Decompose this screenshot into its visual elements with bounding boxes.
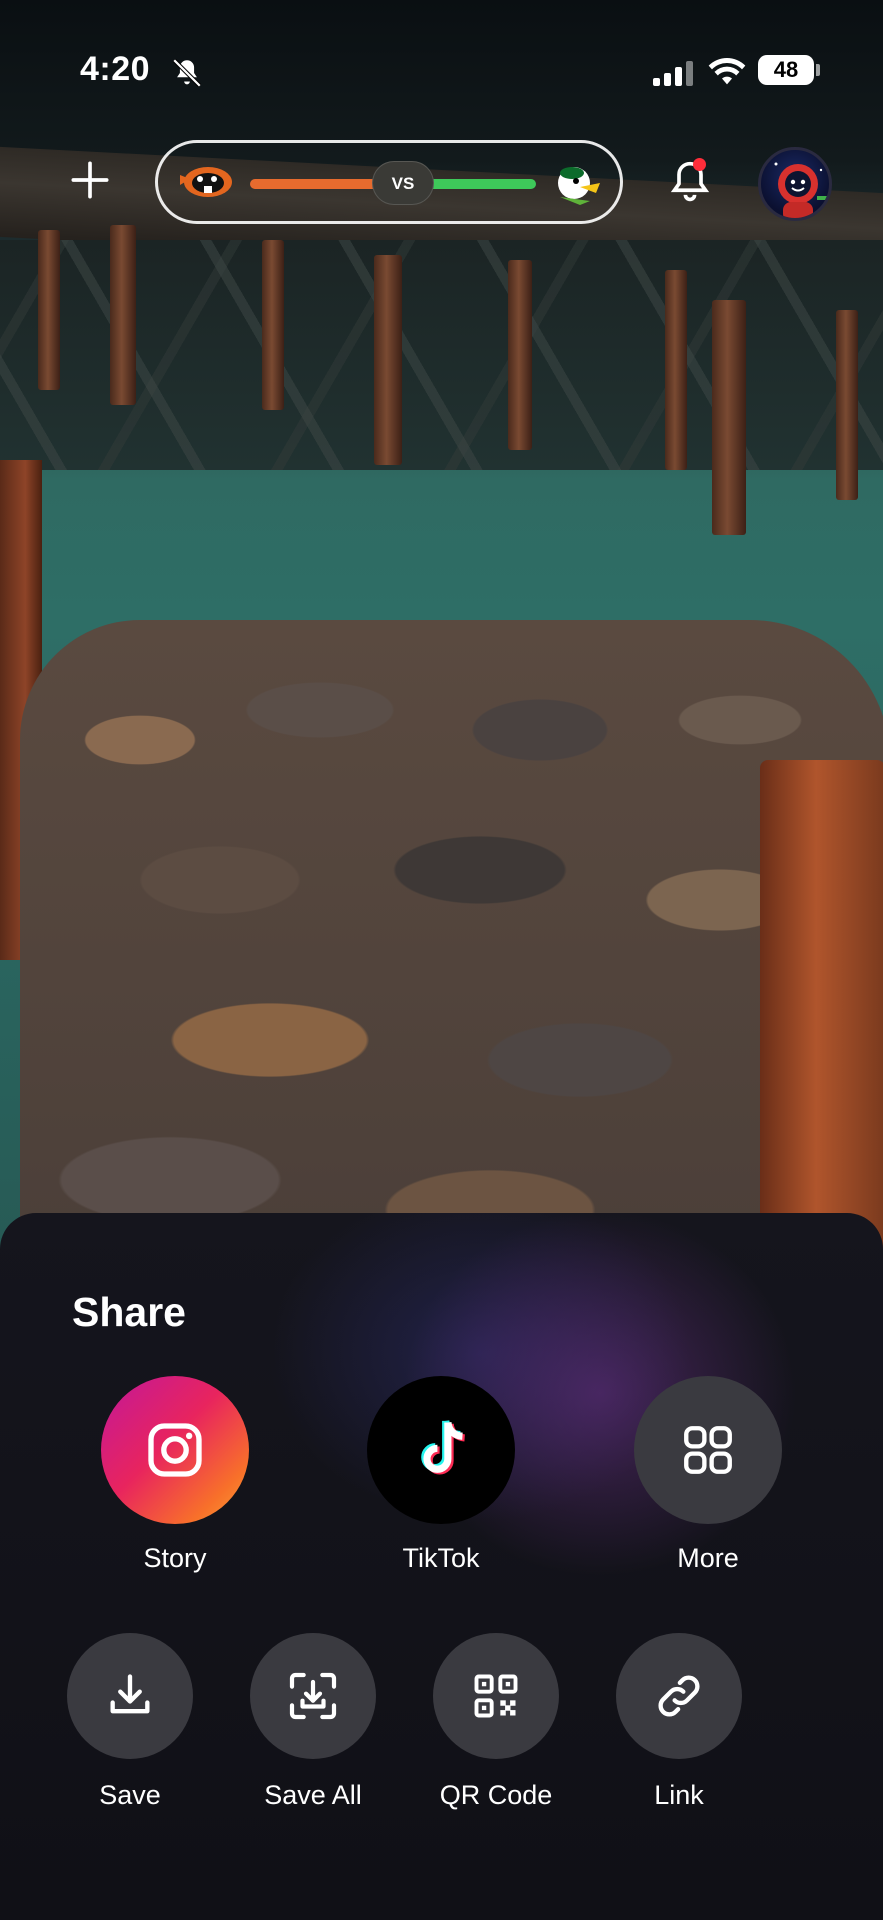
battery-nub [816, 64, 820, 76]
cellular-signal-icon [653, 58, 695, 86]
wifi-icon [708, 58, 746, 85]
piling [374, 255, 402, 465]
link-label: Link [654, 1780, 704, 1810]
tiktok-icon [421, 1420, 466, 1475]
grid-icon [684, 1426, 732, 1474]
tiktok-label: TikTok [402, 1543, 480, 1573]
post-right [760, 760, 883, 1260]
qr-code-button[interactable] [433, 1633, 559, 1759]
piling [712, 300, 746, 535]
matchup-bar-left [250, 179, 380, 189]
team-duck-logo [558, 167, 600, 205]
more-button[interactable] [634, 1376, 782, 1524]
share-title: Share [72, 1289, 186, 1335]
bell-slash-icon [172, 58, 202, 88]
piling [38, 230, 60, 390]
qr-code-icon [474, 1674, 518, 1718]
download-all-icon [289, 1672, 337, 1720]
save-all-button[interactable] [250, 1633, 376, 1759]
sea-lion-pile [20, 620, 883, 1260]
story-label: Story [143, 1543, 207, 1573]
instagram-icon [148, 1423, 202, 1477]
vs-badge: VS [372, 161, 434, 205]
matchup-bar-right [426, 179, 536, 189]
team-beaver-logo [180, 167, 232, 197]
piling [508, 260, 532, 450]
astronaut-avatar[interactable] [758, 147, 832, 221]
download-icon [110, 1674, 150, 1714]
plus-icon[interactable] [70, 160, 110, 200]
link-button[interactable] [616, 1633, 742, 1759]
piling [836, 310, 858, 500]
save-button[interactable] [67, 1633, 193, 1759]
qr-code-label: QR Code [439, 1780, 553, 1810]
link-icon [658, 1675, 700, 1717]
piling [110, 225, 136, 405]
status-bar: 4:20 48 [0, 0, 883, 140]
save-label: Save [99, 1780, 161, 1810]
tiktok-button[interactable] [367, 1376, 515, 1524]
instagram-story-button[interactable] [101, 1376, 249, 1524]
piling [665, 270, 687, 470]
status-time: 4:20 [80, 50, 151, 88]
notification-dot [693, 158, 706, 171]
matchup-pill[interactable]: VS [155, 140, 623, 224]
piling [262, 240, 284, 410]
more-label: More [677, 1543, 739, 1573]
share-sheet: Share Story TikTok More Save Save All QR… [0, 1213, 883, 1920]
battery-icon: 48 [758, 55, 814, 85]
save-all-label: Save All [264, 1780, 362, 1810]
